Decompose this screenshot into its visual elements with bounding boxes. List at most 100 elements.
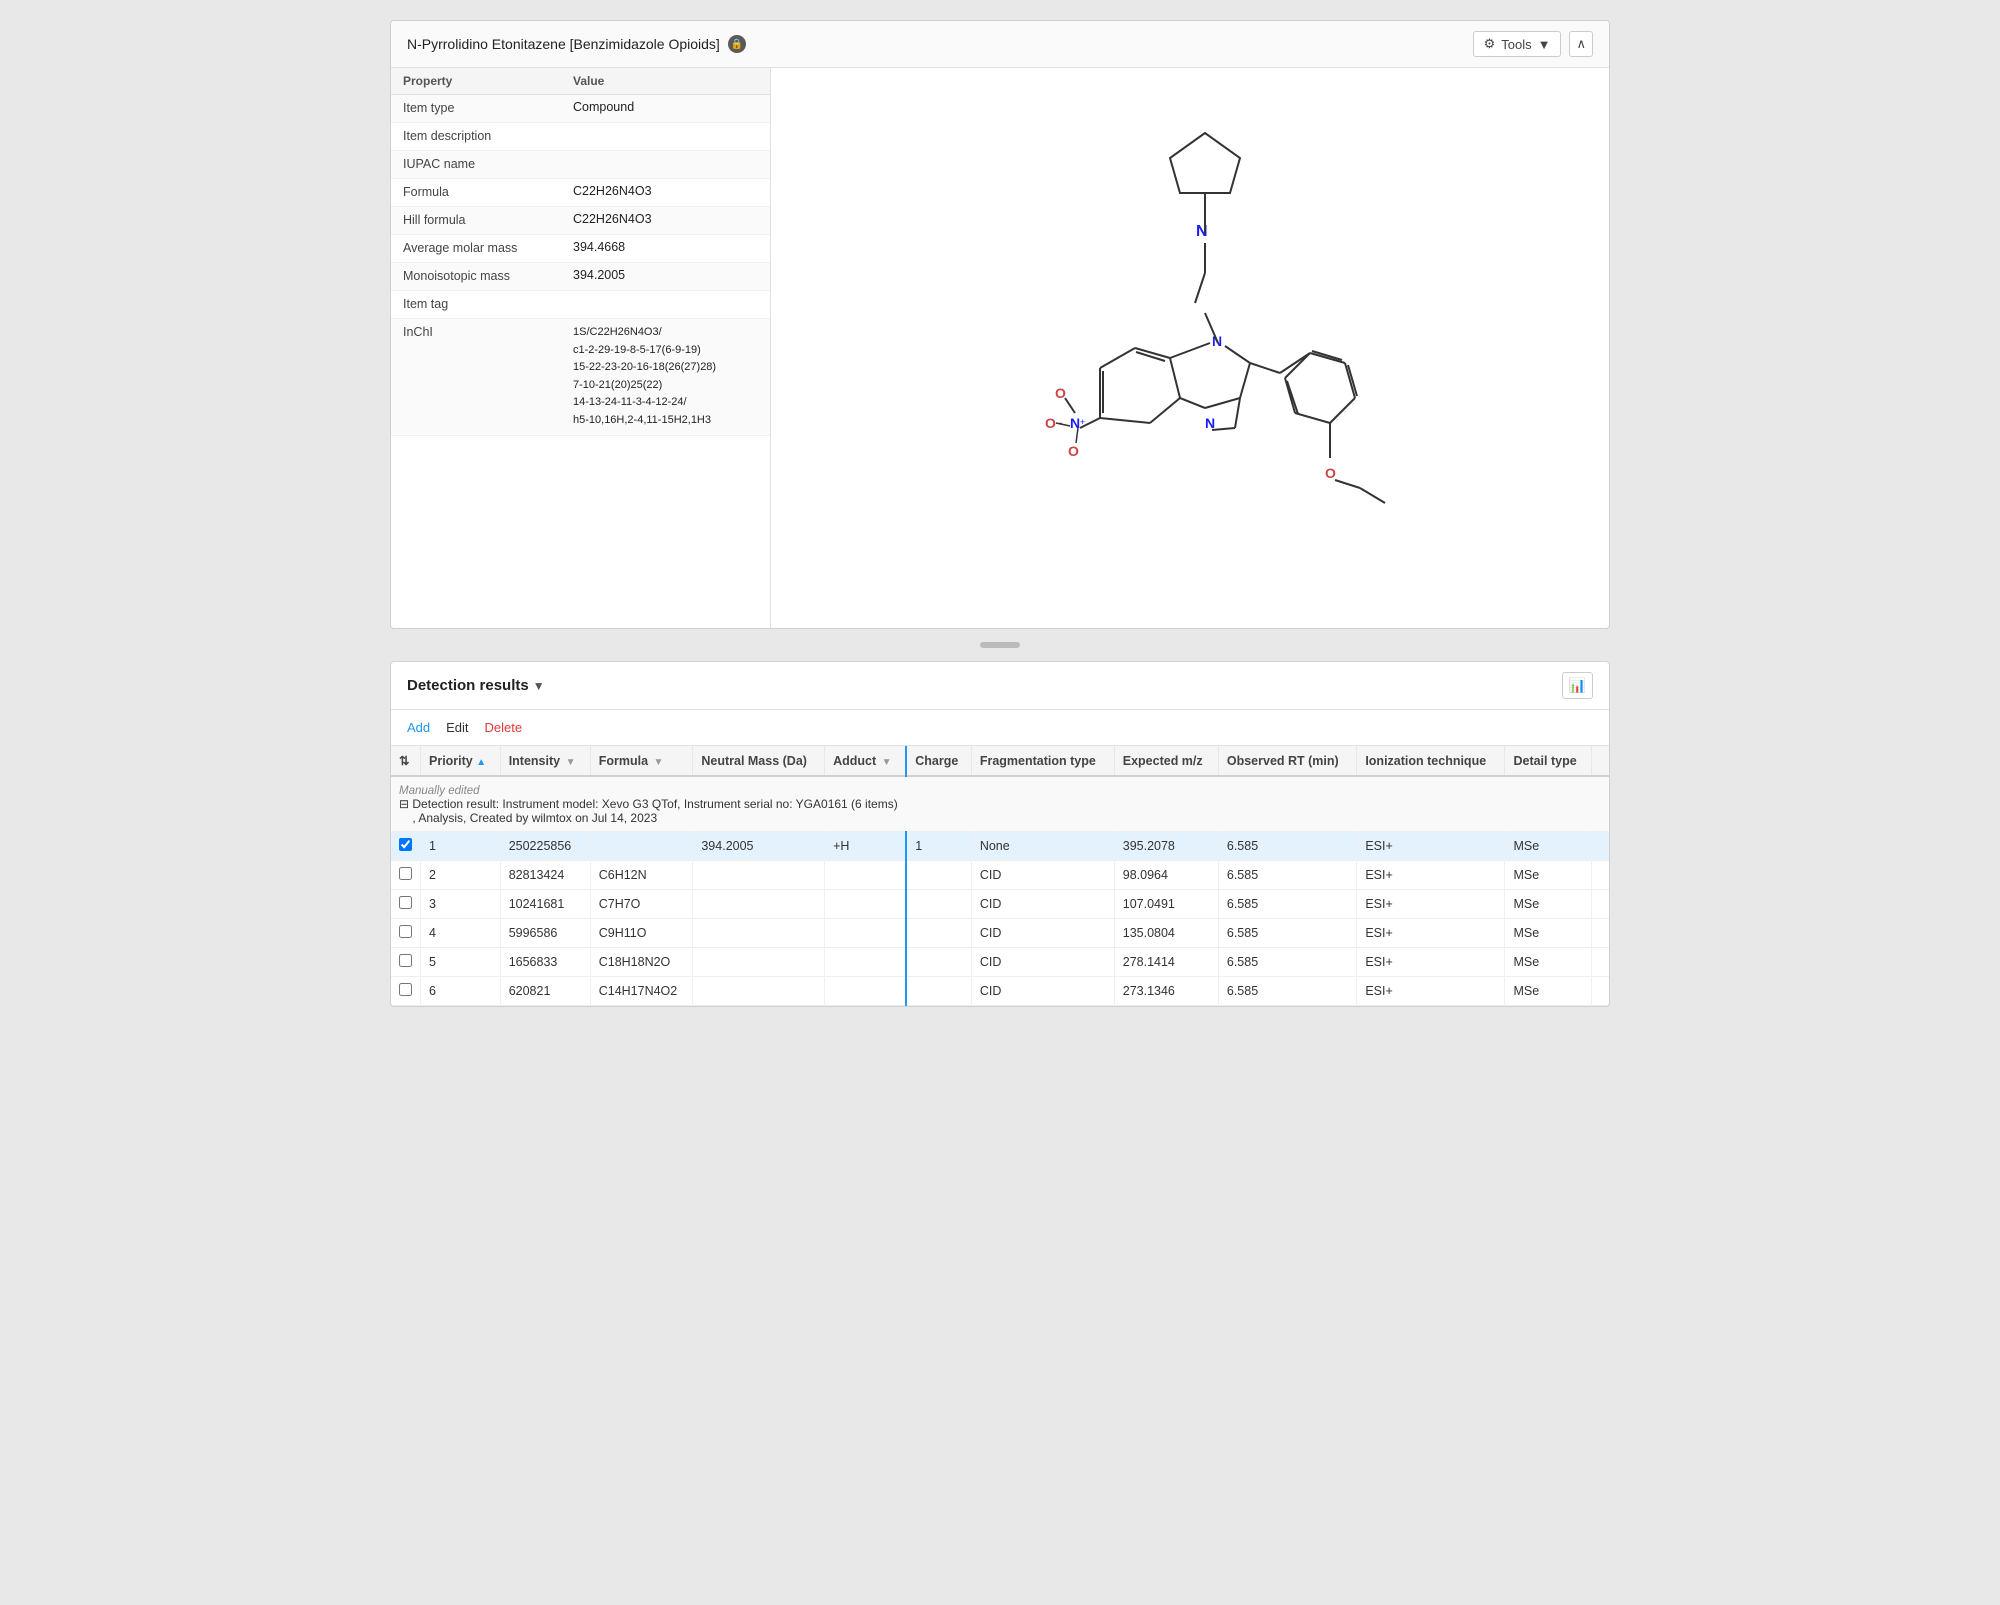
row-formula: C18H18N2O: [590, 948, 693, 977]
row-checkbox[interactable]: [399, 896, 412, 909]
prop-label-item-type: Item type: [403, 100, 573, 115]
th-neutral-mass[interactable]: Neutral Mass (Da): [693, 746, 825, 776]
prop-label-formula: Formula: [403, 184, 573, 199]
row-charge: [906, 861, 971, 890]
th-charge[interactable]: Charge: [906, 746, 971, 776]
priority-sort-icon: ▲: [476, 757, 486, 768]
row-fragmentation-type: CID: [971, 948, 1114, 977]
data-table-wrapper: ⇅ Priority ▲ Intensity ▼ Formula ▼ Neutr: [391, 746, 1609, 1006]
row-formula: C7H7O: [590, 890, 693, 919]
svg-text:N: N: [1205, 415, 1215, 431]
delete-button[interactable]: Delete: [485, 718, 523, 737]
row-ionization-technique: ESI+: [1357, 977, 1505, 1006]
row-intensity: 1656833: [500, 948, 590, 977]
row-neutral-mass: [693, 861, 825, 890]
row-checkbox-cell[interactable]: [391, 832, 421, 861]
prop-iupac-name: IUPAC name: [391, 151, 770, 179]
divider-handle: [980, 642, 1020, 648]
th-actions: [1591, 746, 1609, 776]
prop-value-formula: C22H26N4O3: [573, 184, 758, 198]
export-button[interactable]: 📊: [1562, 672, 1593, 699]
table-row[interactable]: 2 82813424 C6H12N CID 98.0964 6.585 ESI+…: [391, 861, 1609, 890]
row-fragmentation-type: CID: [971, 861, 1114, 890]
th-sort-col[interactable]: ⇅: [391, 746, 421, 776]
row-expected-mz: 135.0804: [1114, 919, 1218, 948]
svg-text:O: O: [1325, 465, 1336, 481]
row-fragmentation-type: CID: [971, 919, 1114, 948]
th-adduct[interactable]: Adduct ▼: [825, 746, 907, 776]
th-expected-mz[interactable]: Expected m/z: [1114, 746, 1218, 776]
th-detail-type[interactable]: Detail type: [1505, 746, 1591, 776]
table-row[interactable]: 3 10241681 C7H7O CID 107.0491 6.585 ESI+…: [391, 890, 1609, 919]
row-adduct: [825, 948, 907, 977]
row-neutral-mass: [693, 948, 825, 977]
collapse-button[interactable]: ∧: [1569, 31, 1593, 57]
table-row[interactable]: 4 5996586 C9H11O CID 135.0804 6.585 ESI+…: [391, 919, 1609, 948]
edit-button[interactable]: Edit: [446, 718, 468, 737]
detection-result-info: ⊟ Detection result: Instrument model: Xe…: [399, 797, 898, 811]
table-row[interactable]: 6 620821 C14H17N4O2 CID 273.1346 6.585 E…: [391, 977, 1609, 1006]
add-button[interactable]: Add: [407, 718, 430, 737]
top-panel-body: Property Value Item type Compound Item d…: [391, 68, 1609, 628]
row-actions: [1591, 861, 1609, 890]
th-priority[interactable]: Priority ▲: [421, 746, 501, 776]
table-row[interactable]: 1 250225856 394.2005 +H 1 None 395.2078 …: [391, 832, 1609, 861]
svg-text:O: O: [1045, 415, 1056, 431]
th-observed-rt[interactable]: Observed RT (min): [1218, 746, 1356, 776]
adduct-sort-icon: ▼: [882, 757, 892, 768]
th-fragmentation-type[interactable]: Fragmentation type: [971, 746, 1114, 776]
prop-avg-molar-mass: Average molar mass 394.4668: [391, 235, 770, 263]
th-ionization-technique[interactable]: Ionization technique: [1357, 746, 1505, 776]
panel-divider[interactable]: [390, 639, 1610, 651]
row-checkbox-cell[interactable]: [391, 890, 421, 919]
chevron-up-icon: ∧: [1576, 36, 1586, 52]
row-intensity: 82813424: [500, 861, 590, 890]
row-observed-rt: 6.585: [1218, 919, 1356, 948]
th-intensity[interactable]: Intensity ▼: [500, 746, 590, 776]
row-observed-rt: 6.585: [1218, 977, 1356, 1006]
bottom-panel-header: Detection results ▼ 📊: [391, 662, 1609, 710]
property-table: Property Value Item type Compound Item d…: [391, 68, 771, 628]
tools-button[interactable]: ⚙ Tools ▼: [1473, 31, 1562, 57]
row-expected-mz: 98.0964: [1114, 861, 1218, 890]
row-checkbox-cell[interactable]: [391, 948, 421, 977]
row-checkbox-cell[interactable]: [391, 861, 421, 890]
row-formula: [590, 832, 693, 861]
tools-label: Tools: [1501, 37, 1531, 52]
row-actions: [1591, 977, 1609, 1006]
row-actions: [1591, 919, 1609, 948]
prop-value-inchi: 1S/C22H26N4O3/c1-2-29-19-8-5-17(6-9-19)1…: [573, 324, 758, 430]
row-checkbox-cell[interactable]: [391, 977, 421, 1006]
row-formula: C6H12N: [590, 861, 693, 890]
row-ionization-technique: ESI+: [1357, 890, 1505, 919]
row-checkbox[interactable]: [399, 867, 412, 880]
row-checkbox[interactable]: [399, 838, 412, 851]
manually-edited-label: Manually edited: [399, 785, 480, 797]
molecule-structure-svg: N: [940, 88, 1440, 608]
th-formula[interactable]: Formula ▼: [590, 746, 693, 776]
detection-title-dropdown-icon[interactable]: ▼: [533, 679, 545, 693]
formula-sort-icon: ▼: [654, 757, 664, 768]
row-checkbox[interactable]: [399, 925, 412, 938]
row-formula: C9H11O: [590, 919, 693, 948]
detection-table: ⇅ Priority ▲ Intensity ▼ Formula ▼ Neutr: [391, 746, 1609, 1006]
row-neutral-mass: [693, 890, 825, 919]
row-adduct: [825, 919, 907, 948]
row-checkbox[interactable]: [399, 983, 412, 996]
row-fragmentation-type: None: [971, 832, 1114, 861]
row-checkbox[interactable]: [399, 954, 412, 967]
row-formula: C14H17N4O2: [590, 977, 693, 1006]
prop-monoisotopic-mass: Monoisotopic mass 394.2005: [391, 263, 770, 291]
prop-item-type: Item type Compound: [391, 95, 770, 123]
export-icon: 📊: [1569, 677, 1586, 693]
row-checkbox-cell[interactable]: [391, 919, 421, 948]
row-observed-rt: 6.585: [1218, 861, 1356, 890]
row-neutral-mass: [693, 919, 825, 948]
row-ionization-technique: ESI+: [1357, 919, 1505, 948]
row-neutral-mass: 394.2005: [693, 832, 825, 861]
table-row[interactable]: 5 1656833 C18H18N2O CID 278.1414 6.585 E…: [391, 948, 1609, 977]
prop-label-iupac-name: IUPAC name: [403, 156, 573, 171]
row-fragmentation-type: CID: [971, 977, 1114, 1006]
row-priority: 4: [421, 919, 501, 948]
row-charge: [906, 948, 971, 977]
